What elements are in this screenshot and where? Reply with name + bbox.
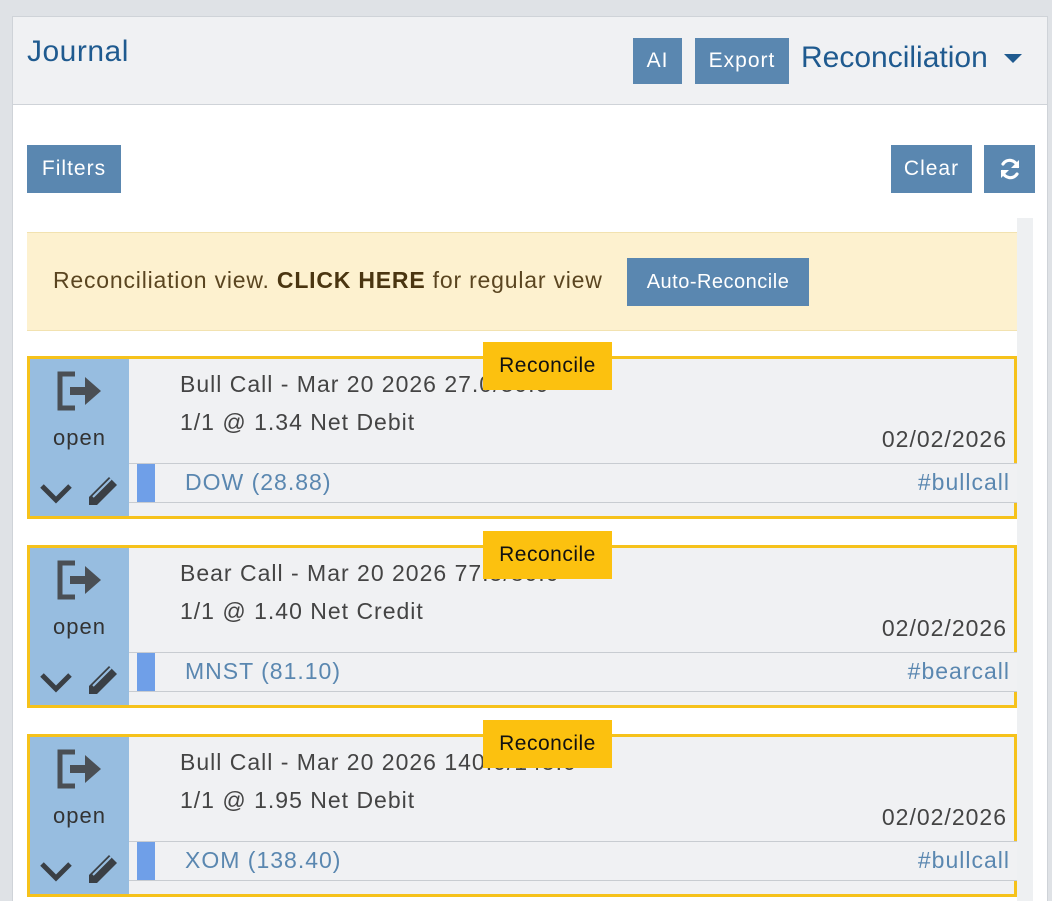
journal-panel: Journal AI Export Reconciliation Filters… (12, 16, 1048, 901)
ticker-link[interactable]: MNST (81.10) (185, 658, 341, 685)
color-marker (137, 842, 155, 880)
exit-icon[interactable] (55, 747, 105, 791)
status-label: open (53, 803, 106, 828)
trade-date: 02/02/2026 (881, 426, 1007, 452)
color-marker (137, 653, 155, 691)
banner-text-before: Reconciliation view. (53, 267, 277, 293)
auto-reconcile-button[interactable]: Auto-Reconcile (627, 258, 809, 306)
reconcile-button[interactable]: Reconcile (483, 342, 612, 390)
trade-fill: 1/1 @ 1.40 Net Credit (180, 598, 424, 624)
trade-date: 02/02/2026 (881, 615, 1007, 641)
pencil-icon[interactable] (85, 662, 121, 698)
trade-card: open Bull Call - Mar 20 2026 27.0/30.0 1… (27, 342, 1017, 519)
trade-date: 02/02/2026 (881, 804, 1007, 830)
tag-link[interactable]: #bullcall (918, 469, 1010, 496)
trade-fill: 1/1 @ 1.34 Net Debit (180, 409, 416, 435)
refresh-button[interactable] (984, 145, 1035, 193)
trade-status-panel: open (30, 359, 129, 516)
ai-button[interactable]: AI (633, 38, 682, 84)
exit-icon[interactable] (55, 369, 105, 413)
clear-button[interactable]: Clear (891, 145, 972, 193)
journal-header: Journal AI Export Reconciliation (13, 17, 1047, 105)
trade-detail-row: DOW (28.88) #bullcall (129, 463, 1017, 503)
status-label: open (53, 614, 106, 639)
chevron-down-icon[interactable] (39, 481, 73, 505)
chevron-down-icon[interactable] (39, 859, 73, 883)
pencil-icon[interactable] (85, 473, 121, 509)
ticker-link[interactable]: XOM (138.40) (185, 847, 341, 874)
view-dropdown[interactable]: Reconciliation (801, 41, 1022, 75)
banner-text-after: for regular view (425, 267, 603, 293)
regular-view-link[interactable]: CLICK HERE (277, 267, 426, 293)
export-button[interactable]: Export (695, 38, 789, 84)
trade-card: open Bear Call - Mar 20 2026 77.5/80.0 1… (27, 531, 1017, 708)
filters-button[interactable]: Filters (27, 145, 121, 193)
caret-down-icon (1003, 53, 1022, 63)
chevron-down-icon[interactable] (39, 670, 73, 694)
banner-text: Reconciliation view. CLICK HERE for regu… (53, 267, 603, 294)
exit-icon[interactable] (55, 558, 105, 602)
reconcile-button[interactable]: Reconcile (483, 531, 612, 579)
scrollbar[interactable] (1017, 218, 1033, 901)
reconciliation-banner: Reconciliation view. CLICK HERE for regu… (27, 232, 1017, 331)
ticker-link[interactable]: DOW (28.88) (185, 469, 331, 496)
trade-card: open Bull Call - Mar 20 2026 140.0/145.0… (27, 720, 1017, 897)
trade-status-panel: open (30, 548, 129, 705)
reconcile-button[interactable]: Reconcile (483, 720, 612, 768)
trade-detail-row: XOM (138.40) #bullcall (129, 841, 1017, 881)
trade-fill: 1/1 @ 1.95 Net Debit (180, 787, 416, 813)
tag-link[interactable]: #bullcall (918, 847, 1010, 874)
pencil-icon[interactable] (85, 851, 121, 887)
trade-status-panel: open (30, 737, 129, 894)
refresh-icon (1000, 158, 1019, 180)
view-dropdown-label: Reconciliation (801, 41, 988, 74)
trade-detail-row: MNST (81.10) #bearcall (129, 652, 1017, 692)
color-marker (137, 464, 155, 502)
status-label: open (53, 425, 106, 450)
page-title: Journal (27, 35, 129, 68)
tag-link[interactable]: #bearcall (908, 658, 1010, 685)
